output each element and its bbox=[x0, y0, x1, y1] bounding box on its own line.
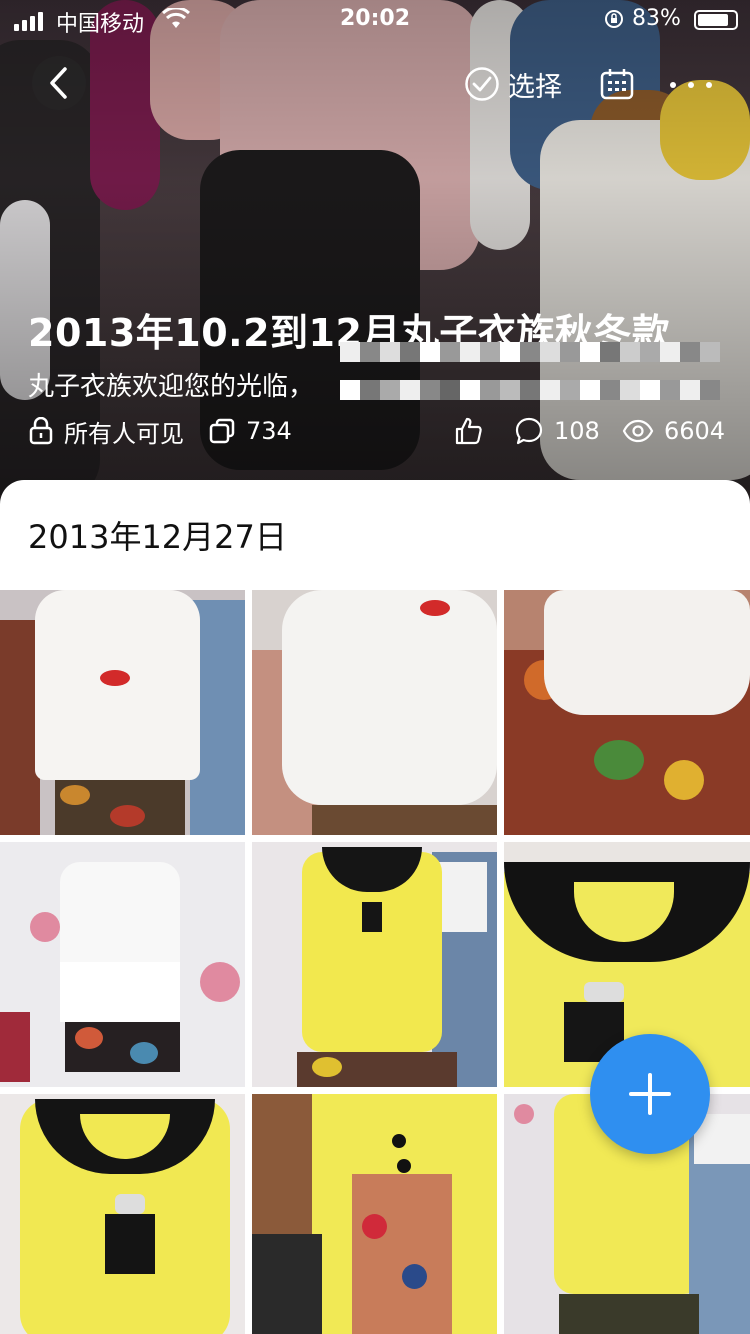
photo-thumbnail[interactable] bbox=[0, 1094, 245, 1334]
photo-thumbnail[interactable] bbox=[252, 1094, 497, 1334]
battery-icon bbox=[694, 10, 738, 30]
photo-count: 734 bbox=[208, 414, 292, 448]
back-button[interactable] bbox=[32, 56, 86, 110]
album-meta: 所有人可见 734 108 6604 bbox=[28, 414, 725, 448]
redacted-mosaic bbox=[340, 380, 720, 400]
redacted-mosaic bbox=[340, 342, 720, 362]
photo-thumbnail[interactable] bbox=[0, 590, 245, 835]
photo-thumbnail[interactable] bbox=[252, 842, 497, 1087]
photo-sheet: 2013年12月27日 bbox=[0, 480, 750, 1334]
lock-icon bbox=[29, 417, 53, 445]
like-button[interactable] bbox=[454, 414, 484, 448]
calendar-icon[interactable] bbox=[600, 68, 634, 100]
select-label: 选择 bbox=[508, 71, 562, 103]
rotation-lock-icon bbox=[605, 10, 623, 28]
plus-icon bbox=[629, 1073, 671, 1115]
photo-thumbnail[interactable] bbox=[504, 590, 750, 835]
section-date: 2013年12月27日 bbox=[28, 518, 287, 556]
battery-level bbox=[698, 14, 728, 26]
visibility-info[interactable]: 所有人可见 bbox=[28, 414, 184, 448]
chevron-left-icon bbox=[50, 67, 67, 99]
status-bar: 中国移动 20:02 83% bbox=[0, 0, 750, 40]
comment-count-value: 108 bbox=[554, 417, 600, 445]
comment-count[interactable]: 108 bbox=[514, 414, 600, 448]
more-icon bbox=[670, 82, 676, 88]
photos-icon bbox=[209, 418, 235, 444]
comment-icon bbox=[515, 417, 543, 445]
more-button[interactable] bbox=[670, 70, 712, 100]
photo-thumbnail[interactable] bbox=[252, 590, 497, 835]
add-photo-button[interactable] bbox=[590, 1034, 710, 1154]
visibility-label: 所有人可见 bbox=[64, 419, 184, 448]
battery-percent: 83% bbox=[632, 6, 681, 31]
view-count: 6604 bbox=[622, 414, 725, 448]
album-description: 丸子衣族欢迎您的光临， bbox=[28, 372, 315, 402]
select-button[interactable]: 选择 bbox=[464, 64, 562, 104]
eye-icon bbox=[622, 419, 654, 443]
check-circle-icon bbox=[465, 67, 499, 101]
photo-count-value: 734 bbox=[246, 417, 292, 445]
photo-thumbnail[interactable] bbox=[0, 842, 245, 1087]
thumbs-up-icon bbox=[455, 417, 482, 445]
view-count-value: 6604 bbox=[664, 417, 726, 445]
